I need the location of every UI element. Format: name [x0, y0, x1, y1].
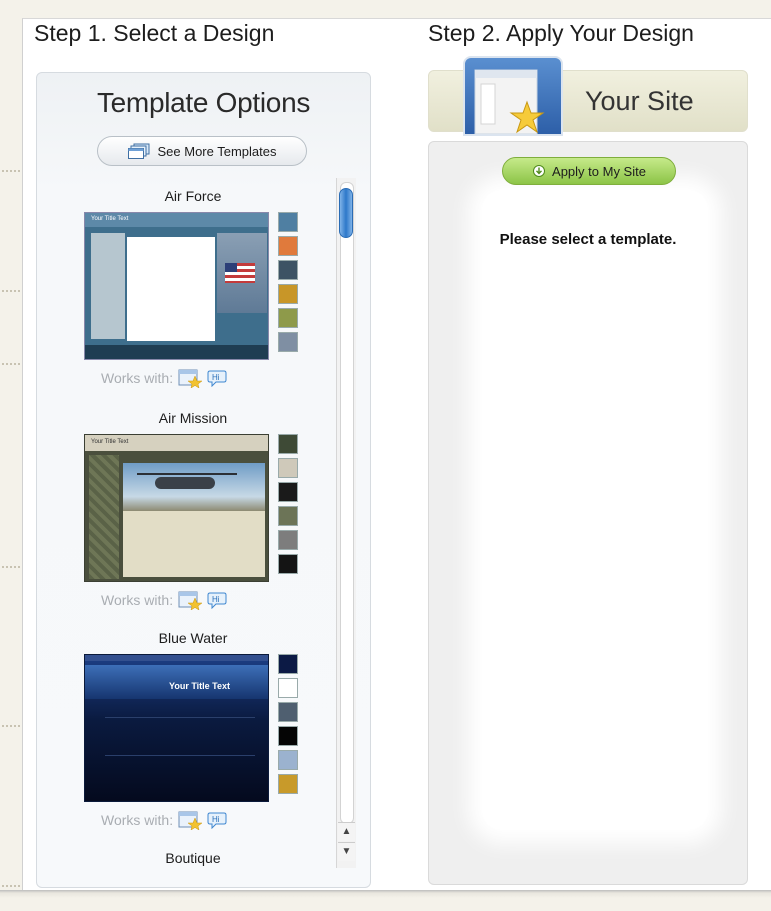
scroll-thumb[interactable] [339, 188, 353, 238]
color-swatches [278, 434, 298, 578]
template-options-panel: Template Options See More Templates Air … [36, 72, 371, 888]
color-swatch[interactable] [278, 308, 298, 328]
scroll-track[interactable] [340, 182, 354, 824]
panel-title: Template Options [96, 87, 311, 118]
template-list: Air Force Your Title Text Works with: Hi… [37, 178, 337, 868]
template-name: Air Mission [158, 410, 228, 426]
bottom-shadow [0, 890, 771, 911]
color-swatch[interactable] [278, 212, 298, 232]
svg-text:Hi: Hi [212, 595, 220, 604]
svg-text:Hi: Hi [212, 373, 220, 382]
works-with-label: Works with: [101, 812, 174, 828]
color-swatch[interactable] [278, 332, 298, 352]
hi-chat-bubble-icon: Hi [207, 812, 227, 829]
color-swatch[interactable] [278, 434, 298, 454]
margin-dots [0, 0, 22, 911]
site-star-icon [178, 369, 203, 388]
site-star-icon [178, 811, 203, 830]
site-star-icon [178, 591, 203, 610]
color-swatch[interactable] [278, 284, 298, 304]
svg-text:Hi: Hi [212, 815, 220, 824]
refresh-arrow-icon [533, 165, 546, 177]
color-swatch[interactable] [278, 726, 298, 746]
your-site-label: Your Site [585, 86, 694, 116]
apply-to-my-site-button[interactable]: Apply to My Site [502, 157, 676, 185]
arrow-down-icon[interactable]: ▼ [338, 842, 355, 861]
apply-label: Apply to My Site [552, 163, 646, 179]
color-swatch[interactable] [278, 774, 298, 794]
stacked-windows-icon [127, 143, 149, 159]
thumb-title-text: Your Title Text [91, 216, 129, 222]
color-swatches [278, 654, 298, 798]
color-swatches [278, 212, 298, 356]
template-name-boutique[interactable]: Boutique [37, 850, 337, 866]
hi-chat-bubble-icon: Hi [207, 592, 227, 609]
color-swatch[interactable] [278, 678, 298, 698]
select-template-message: Please select a template. [499, 231, 677, 248]
works-with-row: Works with: Hi [101, 590, 227, 610]
color-swatch[interactable] [278, 530, 298, 550]
hi-chat-bubble-icon: Hi [207, 370, 227, 387]
color-swatch[interactable] [278, 702, 298, 722]
color-swatch[interactable] [278, 554, 298, 574]
color-swatch[interactable] [278, 236, 298, 256]
color-swatch[interactable] [278, 260, 298, 280]
arrow-up-icon[interactable]: ▲ [338, 822, 355, 841]
step1-heading: Step 1. Select a Design [34, 20, 275, 46]
works-with-row: Works with: Hi [101, 810, 227, 830]
color-swatch[interactable] [278, 482, 298, 502]
thumb-title-text: Your Title Text [169, 681, 231, 691]
color-swatch[interactable] [278, 654, 298, 674]
color-swatch[interactable] [278, 458, 298, 478]
color-swatch[interactable] [278, 750, 298, 770]
see-more-templates-button[interactable]: See More Templates [97, 136, 307, 166]
thumb-title-text: Your Title Text [91, 439, 129, 445]
template-list-scrollbar[interactable]: ▲ ▼ [336, 178, 356, 868]
works-with-label: Works with: [101, 592, 174, 608]
color-swatch[interactable] [278, 506, 298, 526]
site-preview-area [482, 190, 708, 830]
works-with-row: Works with: Hi [101, 368, 227, 388]
template-thumbnail[interactable]: Your Title Text [84, 212, 269, 360]
template-name: Air Force [164, 188, 222, 204]
template-thumbnail[interactable]: Your Title Text [84, 434, 269, 582]
site-star-icon [463, 56, 563, 136]
template-name: Blue Water [158, 630, 228, 646]
template-thumbnail[interactable]: Your Title Text [84, 654, 269, 802]
see-more-label: See More Templates [157, 143, 277, 159]
step2-heading: Step 2. Apply Your Design [428, 20, 694, 46]
works-with-label: Works with: [101, 370, 174, 386]
